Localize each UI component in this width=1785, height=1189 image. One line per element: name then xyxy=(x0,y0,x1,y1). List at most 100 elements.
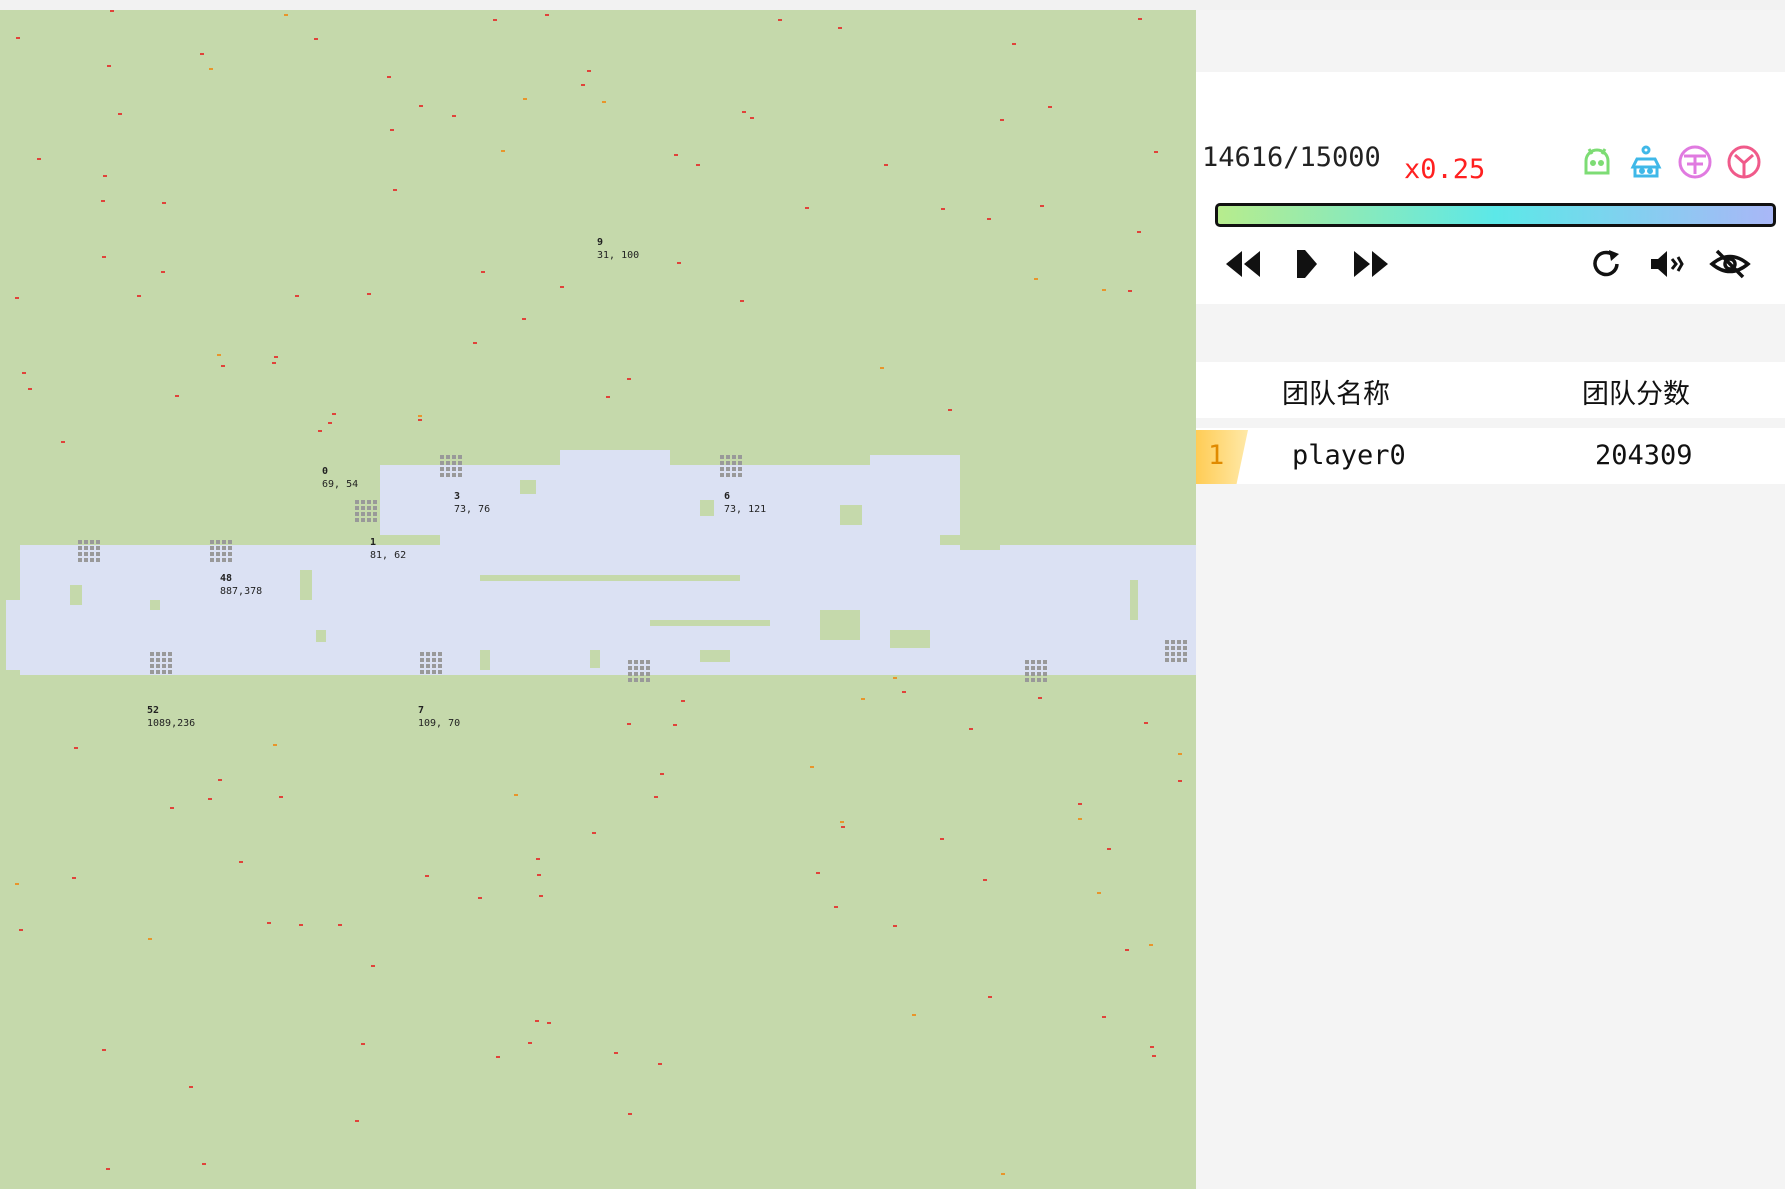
rank-number: 1 xyxy=(1208,440,1225,471)
resource-dot xyxy=(107,65,111,67)
resource-dot xyxy=(606,396,610,398)
resource-dot xyxy=(816,872,820,874)
base-tile-dot xyxy=(355,512,359,516)
resource-dot xyxy=(274,356,278,358)
land-patch xyxy=(700,650,730,662)
resource-dot xyxy=(314,38,318,40)
game-map[interactable]: 9 31, 100 0 69, 54 3 73, 76 6 73, 121 1 81, 6… xyxy=(0,10,1196,1189)
resource-dot xyxy=(560,286,564,288)
shield-icon[interactable] xyxy=(1725,143,1763,181)
base-tile-dot xyxy=(1171,646,1175,650)
base-label-48: 48 887,378 xyxy=(220,573,263,597)
base-tile-dot xyxy=(432,652,436,656)
replay-icon[interactable] xyxy=(1585,245,1627,283)
resource-dot xyxy=(841,826,845,828)
base-tile-dot xyxy=(228,540,232,544)
android-icon[interactable] xyxy=(1578,143,1616,181)
replay-progress-bar[interactable] xyxy=(1215,203,1776,227)
resource-dot xyxy=(514,794,518,796)
resource-dot xyxy=(948,409,952,411)
land-patch xyxy=(820,610,860,640)
resource-dot xyxy=(523,98,527,100)
base-tile-dot xyxy=(168,652,172,656)
resource-dot xyxy=(496,1056,500,1058)
resource-dot xyxy=(810,766,814,768)
resource-dot xyxy=(987,218,991,220)
base-label-3: 3 73, 76 xyxy=(454,491,491,515)
base-tile-dot xyxy=(162,658,166,662)
base-tile-dot xyxy=(90,546,94,550)
resource-dot xyxy=(318,430,322,432)
water-region xyxy=(560,450,670,490)
base-tile-dot xyxy=(1031,678,1035,682)
base-tile-dot xyxy=(420,664,424,668)
base-tile-dot xyxy=(361,506,365,510)
top-strip xyxy=(0,0,1785,10)
resource-dot xyxy=(880,367,884,369)
resource-dot xyxy=(101,200,105,202)
base-tile-dot xyxy=(355,506,359,510)
resource-dot xyxy=(221,365,225,367)
resource-dot xyxy=(581,84,585,86)
land-patch xyxy=(300,570,312,600)
resource-dot xyxy=(547,1022,551,1024)
base-tile-dot xyxy=(628,666,632,670)
base-tile-dot xyxy=(90,552,94,556)
resource-dot xyxy=(338,924,342,926)
resource-dot xyxy=(15,883,19,885)
play-icon[interactable] xyxy=(1286,245,1328,283)
resource-dot xyxy=(267,922,271,924)
base-tile-dot xyxy=(1025,666,1029,670)
resource-dot xyxy=(1154,151,1158,153)
base-tile-dot xyxy=(426,670,430,674)
robot-icon[interactable] xyxy=(1627,143,1665,181)
resource-dot xyxy=(328,422,332,424)
drum-icon[interactable] xyxy=(1676,143,1714,181)
base-tile-dot xyxy=(438,652,442,656)
base-tile-dot xyxy=(726,455,730,459)
base-tile-dot xyxy=(646,672,650,676)
volume-icon[interactable] xyxy=(1647,245,1689,283)
resource-dot xyxy=(536,858,540,860)
base-tile-dot xyxy=(1043,660,1047,664)
playback-controls xyxy=(1222,245,1392,283)
land-patch xyxy=(590,650,600,668)
base-tile-dot xyxy=(628,678,632,682)
hide-eye-icon[interactable] xyxy=(1709,245,1751,283)
base-tile-dot xyxy=(1177,658,1181,662)
leaderboard-row[interactable] xyxy=(1196,428,1785,484)
water-region xyxy=(870,455,960,525)
resource-dot xyxy=(537,874,541,876)
resource-dot xyxy=(452,115,456,117)
resource-dot xyxy=(1038,697,1042,699)
resource-dot xyxy=(1012,43,1016,45)
resource-dot xyxy=(1034,278,1038,280)
base-tile-dot xyxy=(738,455,742,459)
resource-dot xyxy=(202,1163,206,1165)
base-tile-dot xyxy=(446,461,450,465)
base-tile-dot xyxy=(1183,640,1187,644)
rewind-icon[interactable] xyxy=(1222,245,1264,283)
base-tile-dot xyxy=(216,540,220,544)
base-tile-dot xyxy=(634,678,638,682)
base-tile-dot xyxy=(361,518,365,522)
resource-dot xyxy=(587,70,591,72)
resource-dot xyxy=(627,723,631,725)
base-tile-dot xyxy=(440,467,444,471)
resource-dot xyxy=(493,19,497,21)
resource-dot xyxy=(74,747,78,749)
speed-multiplier[interactable]: x0.25 xyxy=(1404,154,1485,185)
base-tile-dot xyxy=(156,658,160,662)
base-tile-dot xyxy=(96,552,100,556)
base-tile-dot xyxy=(168,670,172,674)
resource-dot xyxy=(106,1168,110,1170)
resource-dot xyxy=(528,1042,532,1044)
fast-forward-icon[interactable] xyxy=(1350,245,1392,283)
resource-dot xyxy=(893,925,897,927)
resource-dot xyxy=(61,441,65,443)
base-tile-dot xyxy=(446,467,450,471)
base-tile-dot xyxy=(438,670,442,674)
base-tile-dot xyxy=(1183,658,1187,662)
water-region xyxy=(6,600,36,670)
resource-dot xyxy=(501,150,505,152)
